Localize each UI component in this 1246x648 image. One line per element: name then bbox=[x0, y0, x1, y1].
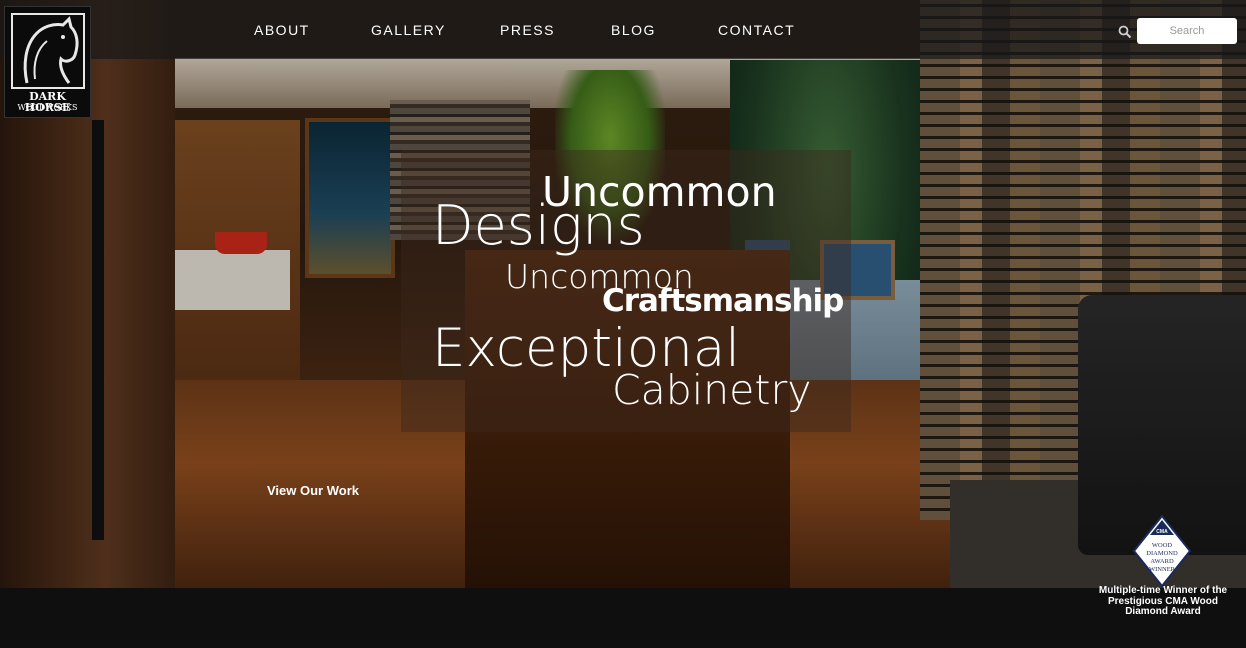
nav-blog[interactable]: BLOG bbox=[611, 22, 656, 38]
view-our-work-link[interactable]: View Our Work bbox=[267, 483, 359, 498]
headline-line: Craftsmanship bbox=[602, 283, 844, 319]
horse-icon bbox=[11, 13, 85, 89]
brand-subname: WOODWORKS bbox=[17, 103, 78, 112]
headline-line: Designs bbox=[432, 194, 645, 257]
award-badge-text: DIAMOND bbox=[1146, 550, 1178, 557]
nav-gallery[interactable]: GALLERY bbox=[371, 22, 446, 38]
nav-about[interactable]: ABOUT bbox=[254, 22, 310, 38]
search-icon[interactable] bbox=[1118, 25, 1132, 39]
award-badge-icon: CMA WOOD DIAMOND AWARD WINNER bbox=[1132, 515, 1192, 587]
award-badge-text: WOOD bbox=[1152, 542, 1173, 549]
award-badge-text: WINNER bbox=[1149, 566, 1176, 573]
nav-contact[interactable]: CONTACT bbox=[718, 22, 795, 38]
award-badge-text: CMA bbox=[1156, 529, 1168, 535]
award-badge-text: AWARD bbox=[1150, 558, 1174, 565]
nav-press[interactable]: PRESS bbox=[500, 22, 555, 38]
brand-logo[interactable]: DARK HORSE WOODWORKS bbox=[4, 6, 91, 118]
search-input[interactable] bbox=[1137, 18, 1237, 44]
headline-line: Cabinetry bbox=[612, 366, 812, 414]
award-caption: Multiple-time Winner of the Prestigious … bbox=[1098, 585, 1228, 617]
